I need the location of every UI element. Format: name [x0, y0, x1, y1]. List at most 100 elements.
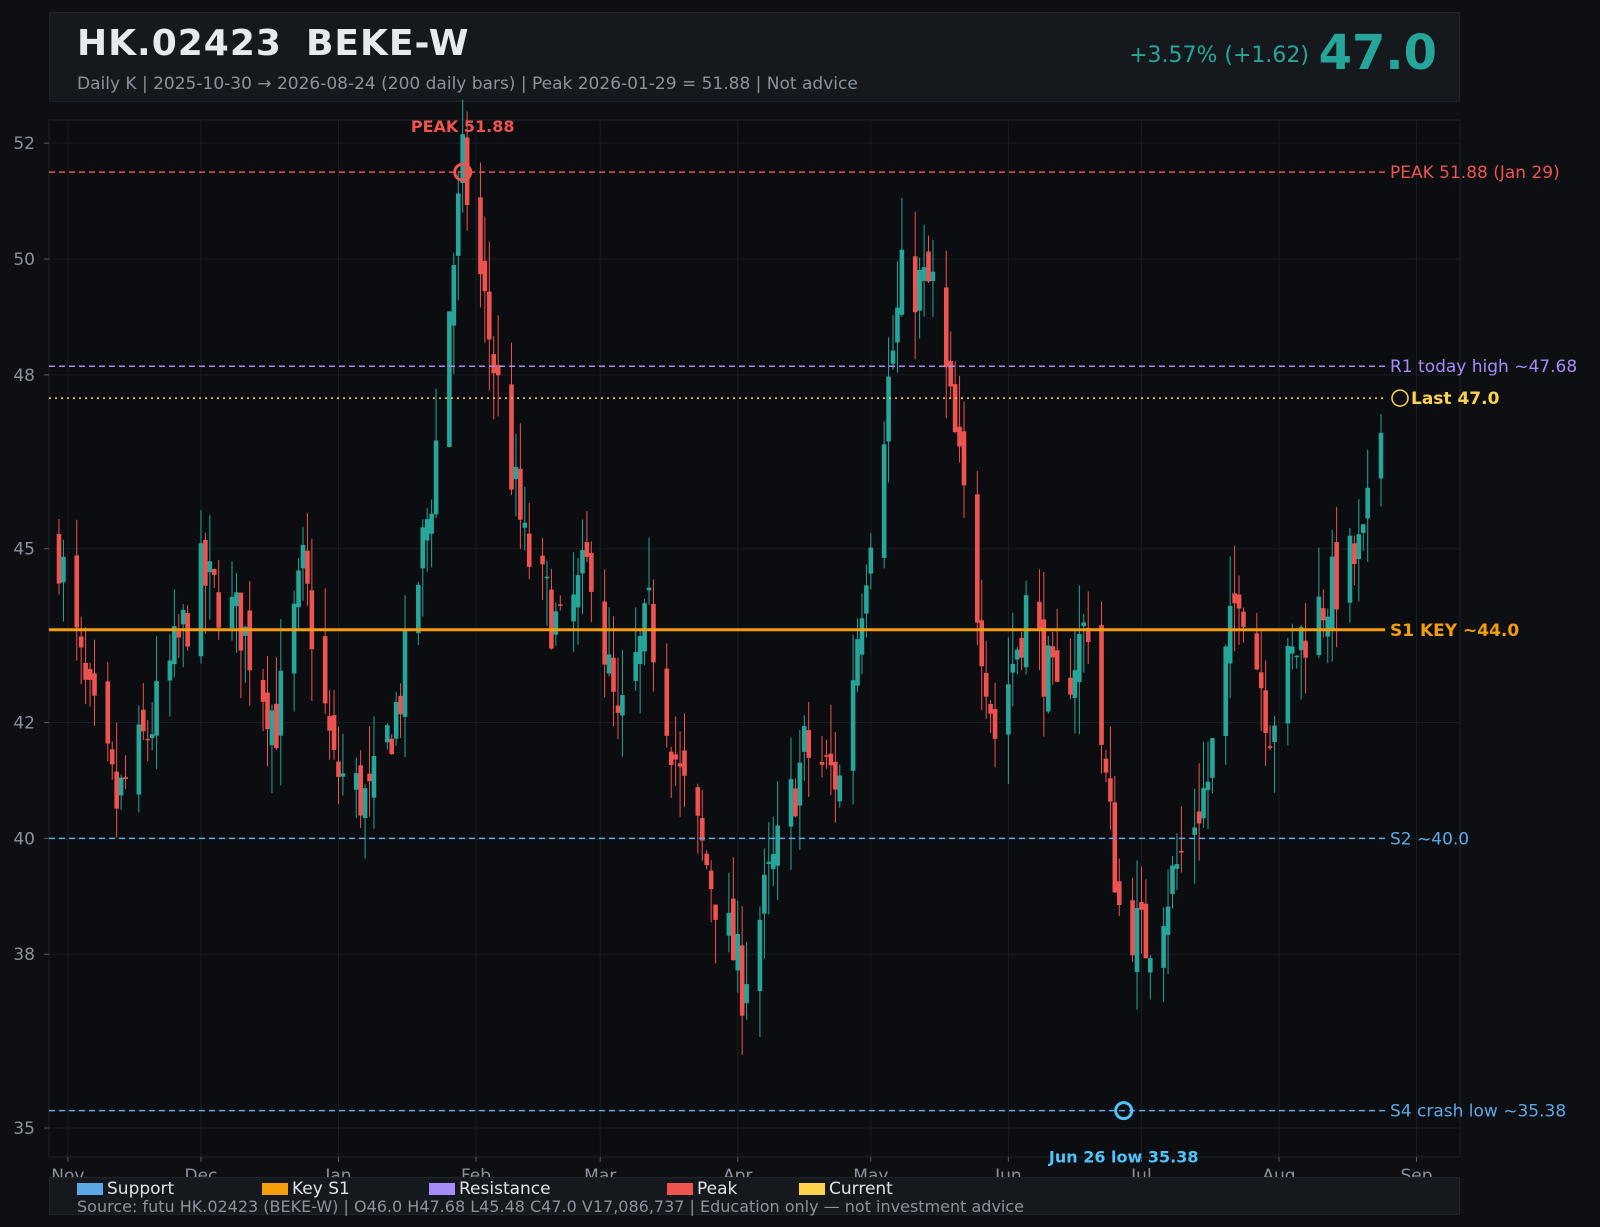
candle-body [243, 626, 248, 636]
candle-body [61, 556, 66, 583]
candle-body [389, 738, 395, 755]
candle-body [482, 260, 488, 292]
candle-body [336, 761, 341, 777]
candle-body [429, 513, 434, 534]
candle-body [74, 555, 80, 628]
candle-body [868, 547, 874, 574]
legend-label: Key S1 [292, 1179, 350, 1199]
candle-body [154, 681, 159, 736]
candle-body [540, 555, 545, 565]
candle-body [123, 777, 128, 780]
y-tick-label: 38 [13, 945, 35, 965]
candle-body [620, 695, 625, 716]
candle-body [766, 861, 772, 864]
candle-body [708, 870, 714, 890]
candle-body [1112, 802, 1118, 893]
candle-body [1006, 684, 1011, 735]
candle-body [726, 912, 732, 936]
candle-body [828, 753, 834, 766]
candle-body [56, 534, 62, 584]
candle-body [1321, 608, 1326, 621]
candle-body [1223, 646, 1229, 737]
candle-body [664, 668, 670, 736]
candle-body [1227, 605, 1233, 664]
candle-body [451, 265, 457, 326]
candle-body [864, 585, 869, 614]
legend-label: Resistance [459, 1179, 551, 1199]
candle-body [367, 773, 372, 782]
candle-body [83, 662, 88, 680]
candle-body [1134, 907, 1140, 973]
source-note: Source: futu HK.02423 (BEKE-W) | O46.0 H… [77, 1197, 1025, 1216]
candle-body [149, 734, 155, 739]
candle-body [522, 522, 528, 528]
candle-body [1232, 593, 1237, 604]
candle-body [611, 657, 616, 692]
y-tick-label: 52 [13, 134, 35, 154]
candle-body [1285, 646, 1291, 724]
candle-body [1077, 633, 1082, 683]
legend-swatch-resistance [429, 1183, 455, 1195]
legend-label: Current [829, 1179, 893, 1199]
level-label: Last 47.0 [1411, 389, 1500, 409]
candle-body [744, 984, 749, 1004]
candle-body [770, 854, 776, 870]
candle-body [1050, 646, 1056, 658]
candle-body [491, 354, 497, 374]
annotation-label: PEAK 51.88 [411, 117, 515, 136]
candle-body [1103, 758, 1109, 773]
candle-body [682, 750, 687, 776]
candle-body [899, 249, 905, 315]
candle-body [775, 825, 780, 866]
candle-body [464, 137, 470, 206]
candle-body [824, 755, 829, 757]
candle-body [983, 672, 989, 697]
candle-body [859, 618, 865, 655]
candle-body [384, 725, 390, 743]
candle-body [699, 818, 705, 841]
legend-swatch-current [799, 1183, 825, 1195]
candle-body [1294, 655, 1300, 658]
candle-body [478, 197, 483, 275]
candle-body [544, 576, 550, 579]
candle-body [549, 589, 554, 649]
candle-body [1161, 926, 1166, 968]
y-tick-label: 50 [13, 250, 35, 270]
candle-body [642, 603, 647, 652]
candle-body [416, 584, 421, 634]
candle-body [1068, 677, 1073, 695]
y-tick-label: 45 [13, 540, 35, 560]
candle-body [731, 898, 736, 961]
candle-body [1108, 778, 1113, 802]
candle-body [136, 724, 142, 795]
candle-body [1360, 524, 1366, 533]
candle-body [1205, 781, 1211, 791]
candle-body [837, 775, 843, 802]
candle-body [1072, 670, 1078, 698]
candle-body [1347, 535, 1353, 603]
candle-body [668, 751, 674, 766]
candle-body [1010, 663, 1016, 673]
candle-body [87, 669, 93, 680]
level-label: R1 today high ~47.68 [1390, 357, 1577, 377]
candle-body [961, 431, 967, 486]
candle-body [1263, 690, 1268, 733]
level-label: S2 ~40.0 [1390, 829, 1469, 849]
candle-body [930, 271, 936, 281]
candle-body [606, 654, 612, 674]
candle-body [584, 542, 590, 557]
candle-body [487, 291, 492, 340]
candle-body [1378, 432, 1384, 479]
candle-body [322, 636, 328, 704]
candle-body [1148, 958, 1153, 973]
candle-body [806, 730, 812, 758]
candle-body [651, 603, 656, 663]
candlestick-chart: 3538404245485052Nov Dec Jan Feb Mar Apr May Jun… [13, 99, 1577, 1186]
candle-body [1316, 596, 1322, 655]
candle-body [234, 592, 239, 607]
candle-body [557, 604, 563, 606]
candle-body [238, 592, 244, 651]
candle-body [211, 569, 217, 575]
level-label: PEAK 51.88 (Jan 29) [1390, 163, 1560, 183]
legend-label: Support [107, 1179, 175, 1199]
